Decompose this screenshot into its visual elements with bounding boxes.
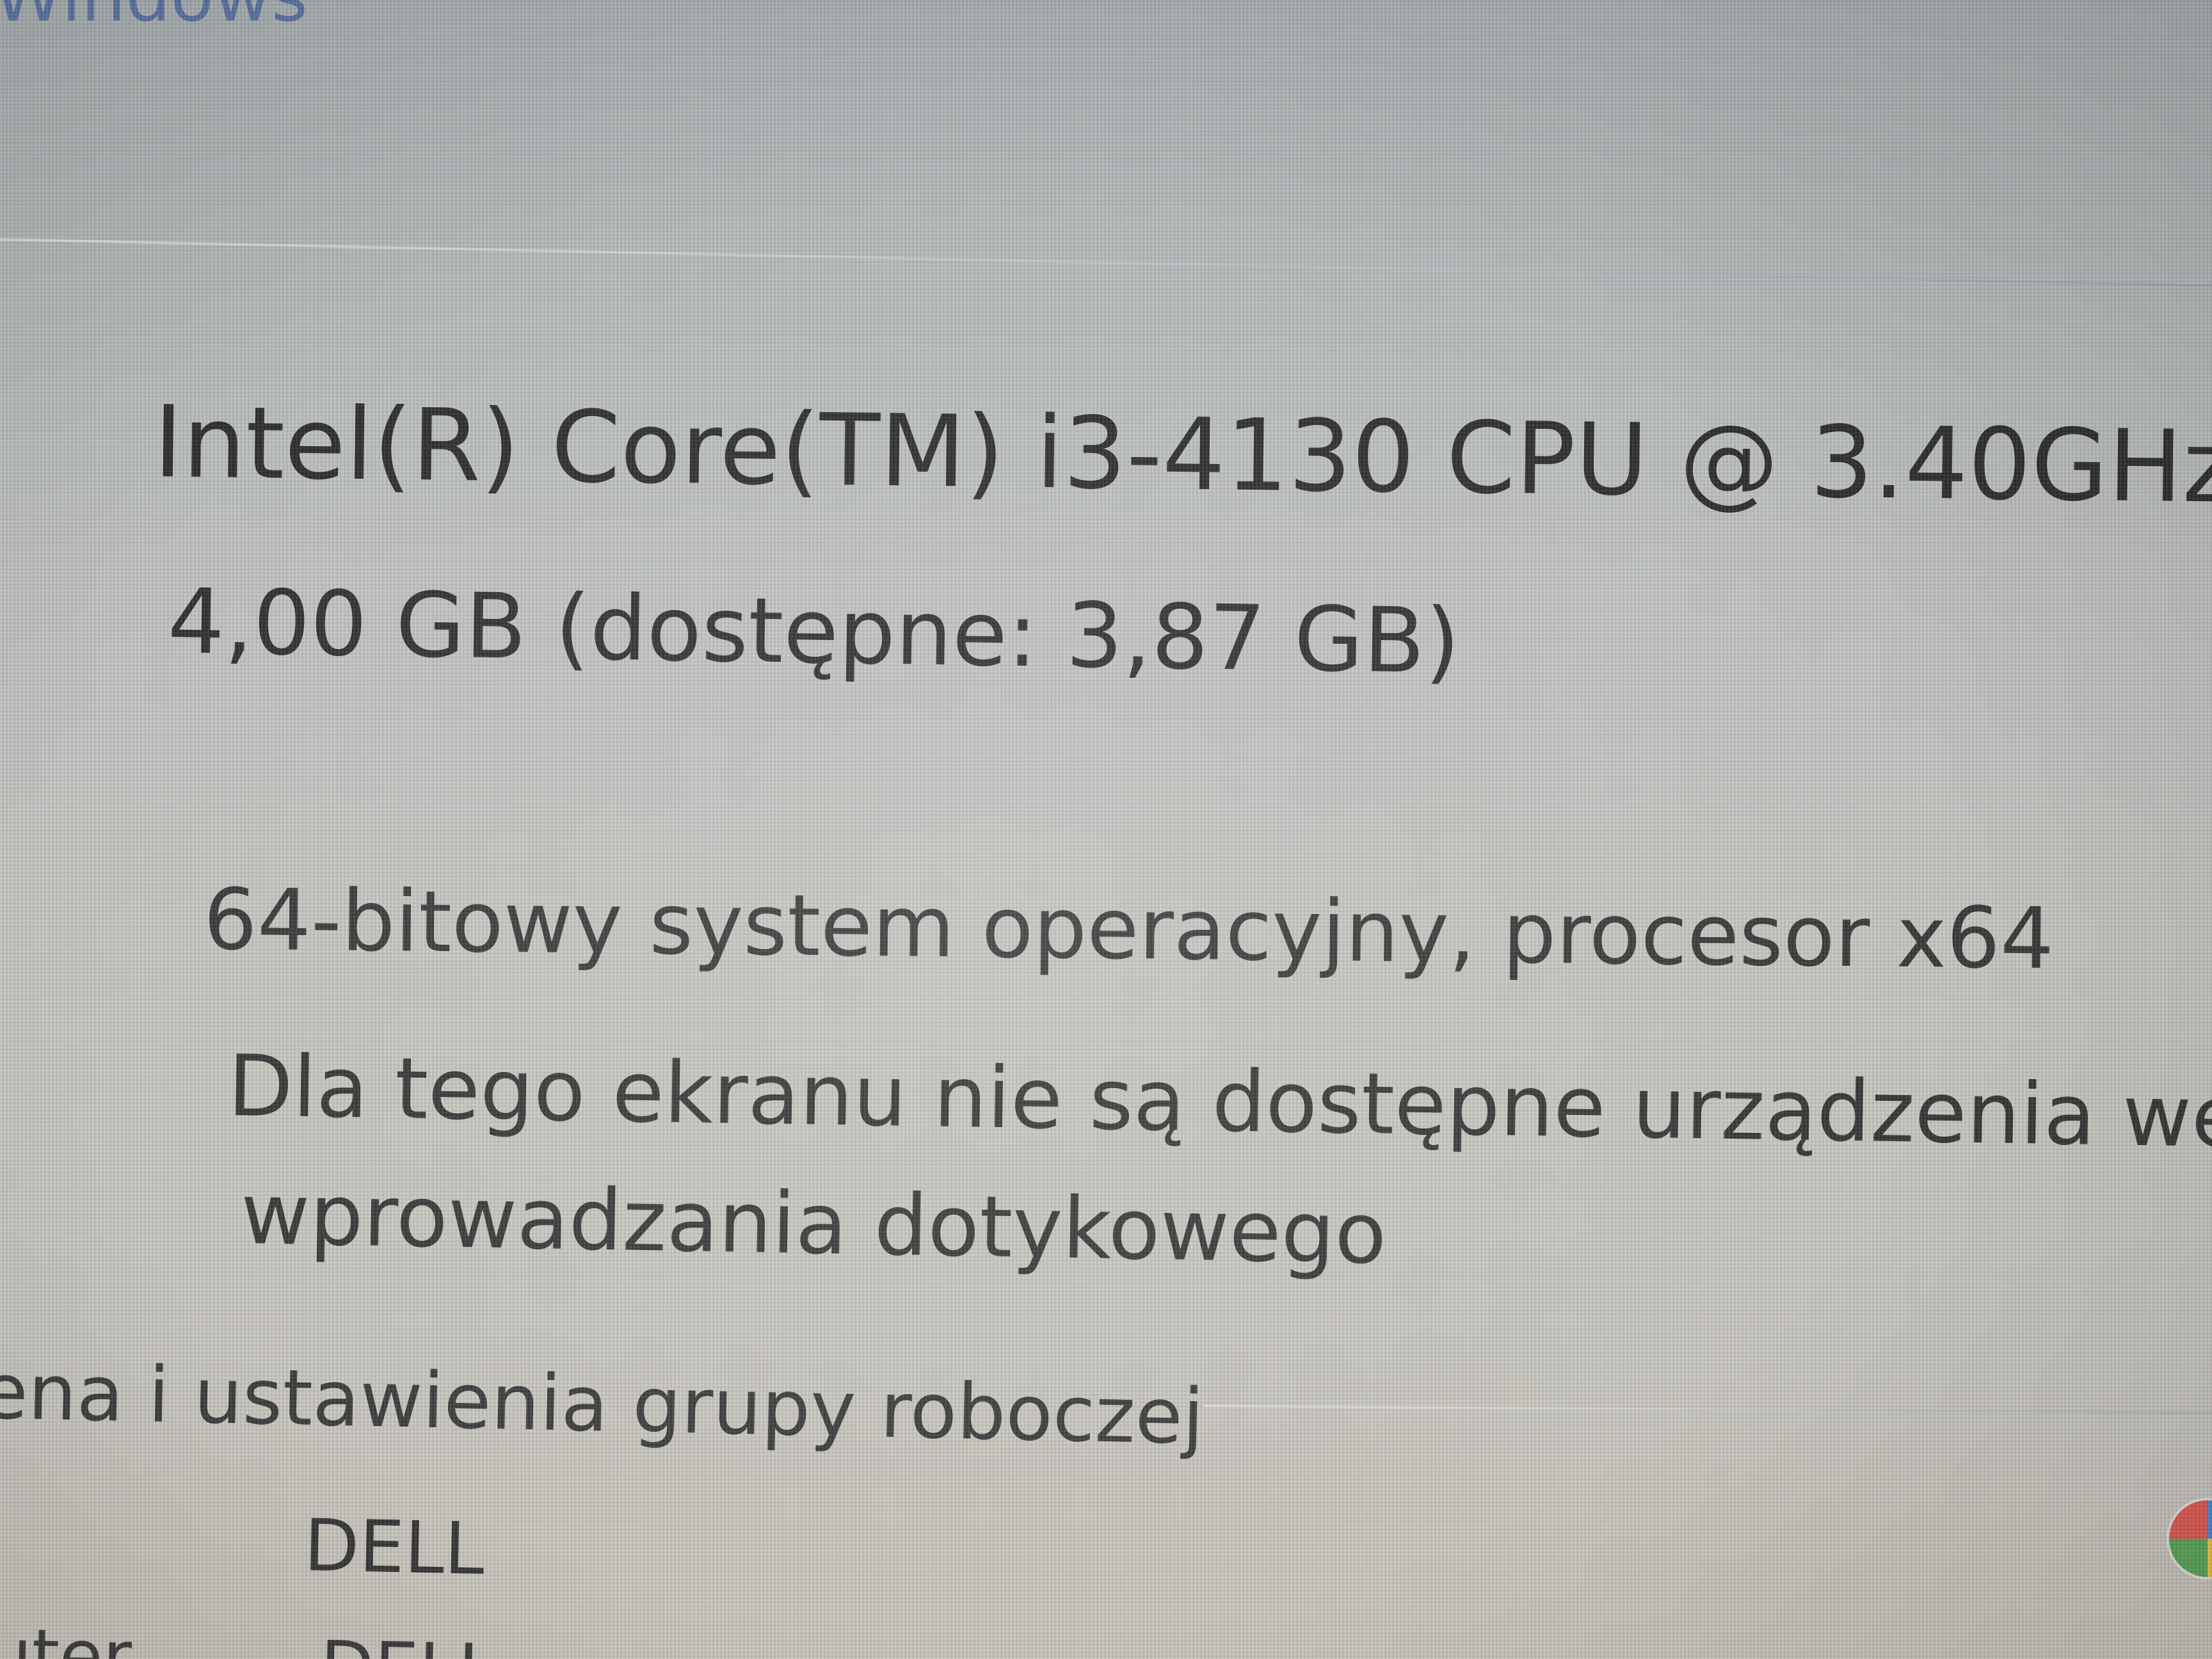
pen-touch-value-line2: wprowadzania dotykowego bbox=[239, 1165, 1388, 1284]
full-computer-name-value: DELL bbox=[319, 1626, 498, 1659]
computer-name-section-heading: ena i ustawienia grupy roboczej bbox=[0, 1347, 1205, 1463]
system-type-value: 64-bitowy system operacyjny, procesor x6… bbox=[203, 870, 2055, 989]
processor-value: Intel(R) Core(TM) i3-4130 CPU @ 3.40GHz … bbox=[152, 384, 2212, 528]
section-divider bbox=[1203, 1405, 2212, 1415]
system-properties-window: Windows Intel(R) Core(TM) i3-4130 CPU @ … bbox=[0, 0, 2212, 1659]
section-divider bbox=[0, 238, 2212, 287]
full-computer-name-label: uter bbox=[0, 1613, 133, 1659]
windows-shield-icon[interactable] bbox=[2167, 1498, 2212, 1580]
installed-memory-value: 4,00 GB (dostępne: 3,87 GB) bbox=[166, 570, 1461, 694]
computer-name-value: DELL bbox=[303, 1504, 486, 1591]
pen-touch-value-line1: Dla tego ekranu nie są dostępne urządzen… bbox=[227, 1037, 2212, 1169]
windows-edition-heading: Windows bbox=[0, 0, 308, 37]
